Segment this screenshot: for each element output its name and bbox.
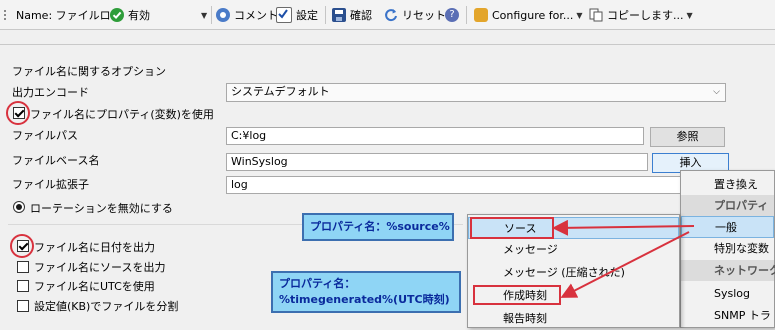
callout-source: プロパティ名：%source% <box>302 213 454 241</box>
callout-timegenerated: プロパティ名： %timegenerated%(UTC時刻) <box>271 271 461 313</box>
